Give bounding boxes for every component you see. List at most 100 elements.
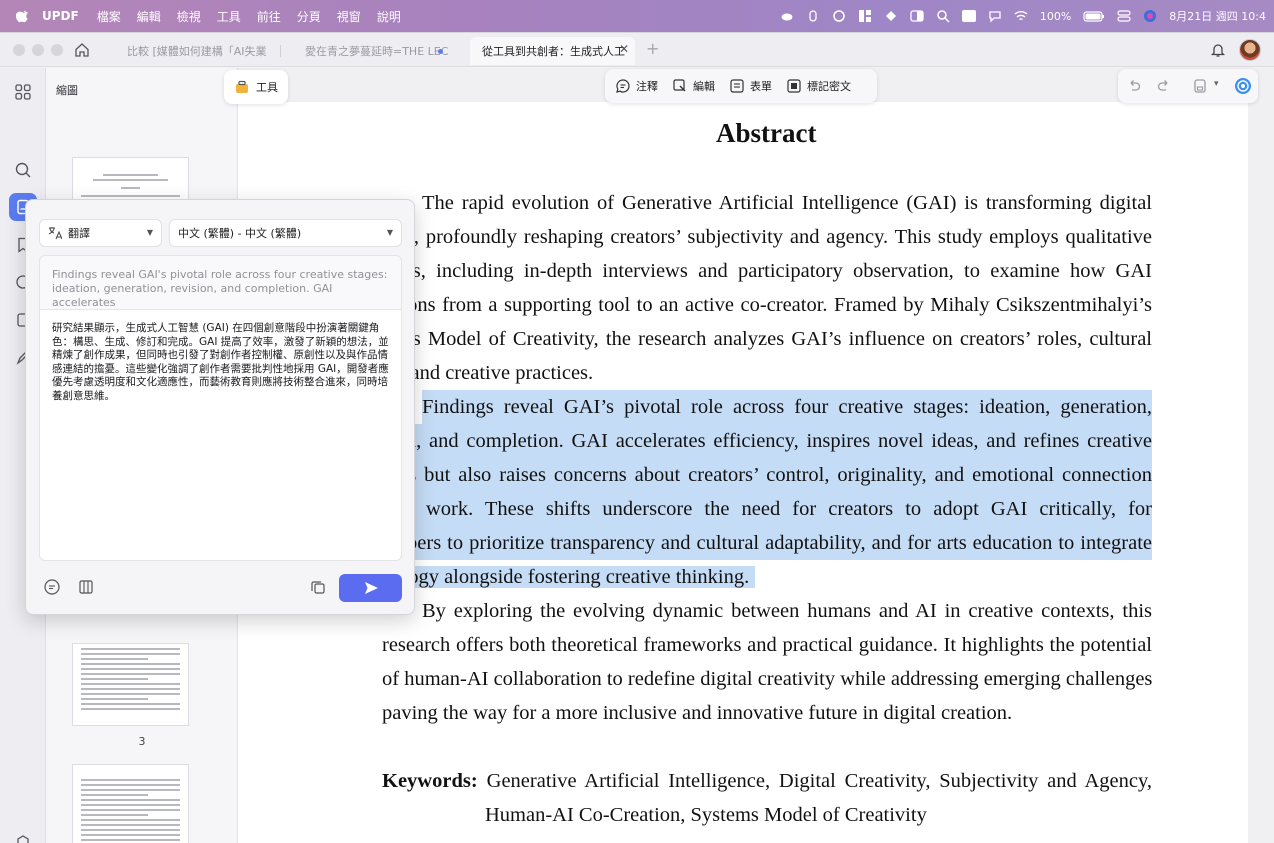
thumb-text-line xyxy=(81,799,180,801)
abstract-heading: Abstract xyxy=(716,118,817,148)
insert-text-box-icon[interactable] xyxy=(77,578,95,596)
thumb-text-line xyxy=(81,678,148,680)
chat-icon[interactable] xyxy=(988,9,1002,23)
tab-separator xyxy=(280,45,281,57)
edit-icon xyxy=(673,79,686,92)
menu-edit[interactable]: 編輯 xyxy=(137,8,161,25)
tools-button[interactable]: 工具 xyxy=(224,70,288,104)
home-icon[interactable] xyxy=(74,42,90,58)
ai-assistant-icon[interactable] xyxy=(1234,77,1252,95)
undo-icon[interactable] xyxy=(1126,78,1142,94)
split-view-icon[interactable] xyxy=(910,9,924,23)
keywords-label: Keywords: xyxy=(382,770,478,792)
input-method-icon[interactable] xyxy=(961,9,976,23)
thumb-text-line xyxy=(81,663,180,665)
redact-label: 標記密文 xyxy=(807,80,851,93)
thumb-text-line xyxy=(81,693,180,695)
apple-icon[interactable] xyxy=(16,9,30,23)
translate-icon xyxy=(48,227,62,240)
tab-compare[interactable]: 比較 [媒體如何建構「AI失業 xyxy=(115,37,275,65)
translation-result[interactable]: 研究結果顯示，生成式人工智慧 (GAI) 在四個創意階段中扮演著關鍵角色：構思、… xyxy=(39,309,402,561)
siri-icon[interactable] xyxy=(1143,9,1157,23)
highlighted-text-line: sion, and completion. GAI accelerates ef… xyxy=(382,424,1152,458)
copy-icon[interactable] xyxy=(309,578,327,596)
highlighted-text-line: Findings reveal GAI’s pivotal role acros… xyxy=(422,390,1152,424)
tools-button-label: 工具 xyxy=(256,81,278,94)
grid-icon[interactable] xyxy=(858,9,872,23)
new-tab-button[interactable]: + xyxy=(646,39,659,58)
bird-icon[interactable] xyxy=(884,9,898,23)
abstract-paragraph-1[interactable]: The rapid evolution of Generative Artifi… xyxy=(382,186,1152,390)
highlighted-text-line: puts but also raises concerns about crea… xyxy=(382,458,1152,492)
text-line: paving the way for a more inclusive and … xyxy=(382,702,1013,724)
battery-icon[interactable] xyxy=(1083,9,1105,23)
refresh-icon[interactable] xyxy=(832,9,846,23)
thumb-text-line xyxy=(81,688,180,690)
thumbnail-page-4[interactable] xyxy=(72,764,189,843)
bell-icon[interactable] xyxy=(1210,42,1226,58)
tab-lecture[interactable]: 愛在青之夢蔓延時=THE LEC xyxy=(293,37,453,65)
menu-tools[interactable]: 工具 xyxy=(217,8,241,25)
search-icon[interactable] xyxy=(936,9,950,23)
text-line: of human-AI collaboration to redefine di… xyxy=(382,668,1152,690)
text-line-wrapper: nology alongside fostering creative thin… xyxy=(382,560,1152,594)
chevron-down-icon: ▼ xyxy=(386,228,393,237)
wifi-icon[interactable] xyxy=(1014,9,1028,23)
highlighted-text-line: elopers to prioritize transparency and c… xyxy=(382,526,1152,560)
thumb-text-line xyxy=(81,668,180,670)
edit-mode-toolbar: 注釋 編輯 表單 標記密文 xyxy=(605,69,877,103)
thumb-text-line xyxy=(81,784,180,786)
edit-label: 編輯 xyxy=(693,80,715,93)
cloud-icon[interactable] xyxy=(780,9,794,23)
text-line: sitions from a supporting tool to an act… xyxy=(382,294,1152,316)
save-icon[interactable] xyxy=(1192,78,1208,94)
text-line: research offers both theoretical framewo… xyxy=(382,634,1152,656)
mode-select[interactable]: 翻譯 ▼ xyxy=(39,219,162,247)
send-icon xyxy=(364,582,378,594)
tab-label: 愛在青之夢蔓延時=THE LEC xyxy=(305,45,449,58)
menu-window[interactable]: 視窗 xyxy=(337,8,361,25)
rail-search[interactable] xyxy=(9,156,37,184)
thumb-text-line xyxy=(121,187,140,189)
battery-pill-icon[interactable] xyxy=(806,9,820,23)
form-icon xyxy=(730,79,744,93)
window-minimize-button[interactable] xyxy=(32,44,44,56)
source-text-box[interactable]: Findings reveal GAI's pivotal role acros… xyxy=(39,255,402,309)
thumb-text-line xyxy=(81,683,180,685)
comment-button[interactable]: 注釋 xyxy=(615,78,658,94)
tab-current-document[interactable]: 從工具到共創者：生成式人工 ✕ xyxy=(470,37,635,65)
rail-layers[interactable] xyxy=(9,828,37,843)
grid-icon xyxy=(15,84,31,100)
thumb-text-line xyxy=(81,708,180,710)
menubar-clock[interactable]: 8月21日 週四 10:4 xyxy=(1169,8,1266,24)
menu-help[interactable]: 說明 xyxy=(377,8,401,25)
redact-button[interactable]: 標記密文 xyxy=(786,78,851,94)
menu-go[interactable]: 前往 xyxy=(257,8,281,25)
control-center-icon[interactable] xyxy=(1117,9,1131,23)
form-button[interactable]: 表單 xyxy=(729,78,772,94)
window-close-button[interactable] xyxy=(13,44,25,56)
unsaved-dot-icon xyxy=(438,49,443,54)
chevron-down-icon[interactable]: ▾ xyxy=(1214,79,1219,89)
thumbnail-page-3[interactable] xyxy=(72,643,189,726)
abstract-paragraph-2-selected[interactable]: Findings reveal GAI’s pivotal role acros… xyxy=(382,390,1152,594)
window-zoom-button[interactable] xyxy=(51,44,63,56)
menu-file[interactable]: 檔案 xyxy=(97,8,121,25)
menu-tabs[interactable]: 分頁 xyxy=(297,8,321,25)
menu-view[interactable]: 檢視 xyxy=(177,8,201,25)
rail-thumbnails-grid[interactable] xyxy=(9,78,37,106)
battery-percentage: 100% xyxy=(1039,9,1072,23)
thumb-text-line xyxy=(81,789,180,791)
thumb-text-line xyxy=(81,658,148,660)
edit-button[interactable]: 編輯 xyxy=(672,78,715,94)
add-comment-icon[interactable] xyxy=(43,578,61,596)
send-button[interactable] xyxy=(339,574,402,602)
avatar[interactable] xyxy=(1239,39,1261,61)
language-select[interactable]: 中文 (繁體) - 中文 (繁體) ▼ xyxy=(169,219,402,247)
redo-icon[interactable] xyxy=(1156,78,1172,94)
abstract-paragraph-3[interactable]: By exploring the evolving dynamic betwee… xyxy=(382,594,1152,730)
tab-close-icon[interactable]: ✕ xyxy=(619,42,629,56)
keywords-block[interactable]: Keywords: Generative Artificial Intellig… xyxy=(382,764,1152,832)
menu-app-name[interactable]: UPDF xyxy=(42,9,79,23)
layers-icon xyxy=(17,835,29,843)
